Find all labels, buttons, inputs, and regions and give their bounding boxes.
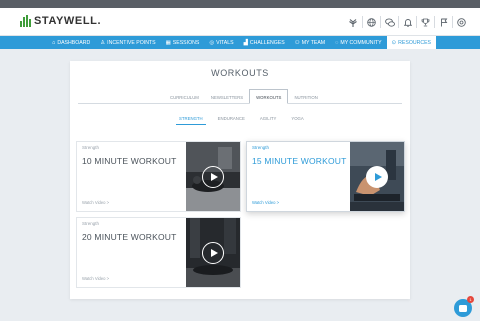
workout-title[interactable]: 15 MINUTE WORKOUT bbox=[252, 156, 347, 166]
workout-thumbnail[interactable] bbox=[186, 218, 240, 287]
tab-curriculum[interactable]: CURRICULUM bbox=[164, 89, 205, 104]
vitals-icon: ◎ bbox=[209, 39, 215, 46]
nav-item-sessions[interactable]: ▦ SESSIONS bbox=[161, 36, 205, 49]
workouts-card: WORKOUTS CURRICULUM NEWSLETTERS WORKOUTS… bbox=[70, 61, 410, 299]
nav-item-label: RESOURCES bbox=[398, 39, 432, 46]
nav-item-label: DASHBOARD bbox=[57, 39, 91, 46]
logo-mark-icon bbox=[20, 15, 31, 27]
chart-icon: ▟ bbox=[243, 39, 248, 46]
trophy-icon: ♙ bbox=[100, 39, 106, 46]
workout-category: Strength bbox=[82, 145, 100, 150]
resource-tabs: CURRICULUM NEWSLETTERS WORKOUTS NUTRITIO… bbox=[164, 89, 324, 104]
tab-newsletters[interactable]: NEWSLETTERS bbox=[205, 89, 249, 104]
subtab-strength[interactable]: STRENGTH bbox=[176, 113, 206, 125]
workout-card-20-minute[interactable]: Strength 20 MINUTE WORKOUT Watch Video > bbox=[76, 217, 241, 288]
nav-item-my-team[interactable]: ⚇ MY TEAM bbox=[290, 36, 330, 49]
play-icon[interactable] bbox=[202, 165, 224, 188]
top-window-bar bbox=[0, 0, 480, 8]
workout-category: Strength bbox=[82, 221, 100, 226]
workout-thumbnail[interactable] bbox=[186, 142, 240, 211]
tab-workouts[interactable]: WORKOUTS bbox=[249, 89, 289, 104]
help-icon[interactable] bbox=[452, 16, 470, 28]
community-icon: ◌ bbox=[335, 39, 339, 46]
team-icon: ⚇ bbox=[294, 39, 300, 46]
nav-item-incentive-points[interactable]: ♙ INCENTIVE POINTS bbox=[95, 36, 160, 49]
workout-title[interactable]: 20 MINUTE WORKOUT bbox=[82, 232, 177, 242]
nav-item-vitals[interactable]: ◎ VITALS bbox=[204, 36, 238, 49]
main-nav: ⌂ DASHBOARD ♙ INCENTIVE POINTS ▦ SESSION… bbox=[0, 36, 480, 49]
subtab-agility[interactable]: AGILITY bbox=[257, 113, 279, 125]
chat-icon[interactable] bbox=[380, 16, 398, 28]
chat-launcher-button[interactable]: 1 bbox=[454, 296, 474, 317]
workout-category: Strength bbox=[252, 145, 270, 150]
home-icon: ⌂ bbox=[52, 39, 56, 46]
trophy-icon[interactable] bbox=[416, 16, 434, 28]
lifestyle-icon[interactable] bbox=[344, 16, 362, 28]
calendar-icon: ▦ bbox=[165, 39, 171, 46]
subtab-endurance[interactable]: ENDURANCE bbox=[215, 113, 248, 125]
workout-title[interactable]: 10 MINUTE WORKOUT bbox=[82, 156, 177, 166]
workout-card-15-minute[interactable]: Strength 15 MINUTE WORKOUT Watch Video > bbox=[246, 141, 405, 212]
watch-video-link[interactable]: Watch Video > bbox=[82, 276, 109, 281]
flag-icon[interactable] bbox=[434, 16, 452, 28]
nav-item-label: MY COMMUNITY bbox=[340, 39, 382, 46]
globe-icon[interactable] bbox=[362, 16, 380, 28]
workout-subtabs: STRENGTH ENDURANCE AGILITY YOGA bbox=[176, 113, 307, 125]
chat-notification-badge: 1 bbox=[467, 296, 474, 303]
play-icon[interactable] bbox=[202, 241, 224, 264]
staywell-logo[interactable]: STAYWELL. bbox=[20, 15, 101, 27]
nav-item-resources[interactable]: ⊙ RESOURCES bbox=[386, 36, 437, 49]
bell-icon[interactable] bbox=[398, 16, 416, 28]
resources-icon: ⊙ bbox=[391, 39, 397, 46]
nav-item-dashboard[interactable]: ⌂ DASHBOARD bbox=[47, 36, 95, 49]
nav-item-label: CHALLENGES bbox=[249, 39, 285, 46]
watch-video-link[interactable]: Watch Video > bbox=[82, 200, 109, 205]
nav-item-label: SESSIONS bbox=[172, 39, 200, 46]
nav-item-label: MY TEAM bbox=[301, 39, 326, 46]
header-icons bbox=[344, 16, 470, 28]
workout-thumbnail[interactable] bbox=[350, 142, 404, 211]
nav-item-label: INCENTIVE POINTS bbox=[107, 39, 156, 46]
chat-bubble-icon bbox=[459, 304, 467, 312]
page-title: WORKOUTS bbox=[211, 68, 269, 78]
nav-item-my-community[interactable]: ◌ MY COMMUNITY bbox=[330, 36, 386, 49]
app-header: STAYWELL. bbox=[0, 8, 480, 36]
workout-card-10-minute[interactable]: Strength 10 MINUTE WORKOUT Watch Video > bbox=[76, 141, 241, 212]
nav-item-challenges[interactable]: ▟ CHALLENGES bbox=[239, 36, 290, 49]
watch-video-link[interactable]: Watch Video > bbox=[252, 200, 279, 205]
logo-text: STAYWELL. bbox=[34, 15, 102, 27]
tab-nutrition[interactable]: NUTRITION bbox=[288, 89, 323, 104]
subtab-yoga[interactable]: YOGA bbox=[288, 113, 306, 125]
nav-item-label: VITALS bbox=[216, 39, 234, 46]
play-icon[interactable] bbox=[366, 165, 388, 188]
